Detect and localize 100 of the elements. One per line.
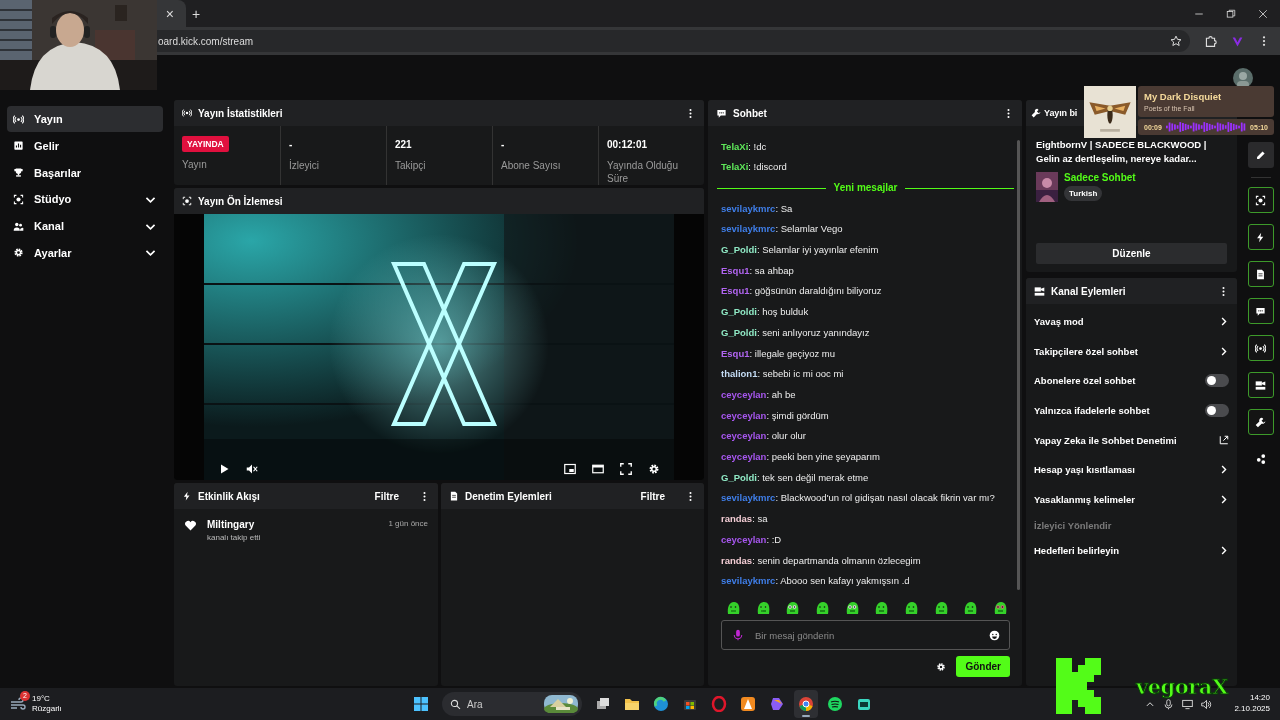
- pip-button[interactable]: [564, 463, 576, 475]
- fullscreen-button[interactable]: [620, 463, 632, 475]
- address-bar[interactable]: oard.kick.com/stream: [157, 30, 1190, 52]
- category-link[interactable]: Sadece Sohbet: [1064, 171, 1136, 183]
- filter-button[interactable]: Filtre: [370, 488, 403, 504]
- send-button[interactable]: Gönder: [956, 656, 1010, 677]
- clock-time: 14:20: [1249, 693, 1270, 704]
- panel-title: Kanal Eylemleri: [1051, 285, 1127, 297]
- chat-message: Esqu1: sa ahbap: [721, 263, 795, 278]
- edit-button[interactable]: [1247, 142, 1274, 168]
- chat-icon: [716, 107, 727, 119]
- puzzle-icon: [1204, 34, 1217, 48]
- cone-icon: [740, 696, 756, 712]
- sidebar-item[interactable]: Yayın: [7, 106, 163, 132]
- emote-icon: [725, 600, 741, 616]
- rail-button[interactable]: [1247, 261, 1274, 287]
- emote-button[interactable]: [873, 600, 890, 616]
- new-messages-divider: Yeni mesajlar: [833, 180, 898, 195]
- channel-action[interactable]: Hedefleri belirleyin: [1026, 536, 1237, 566]
- music-icon: [827, 696, 843, 712]
- sidebar-item[interactable]: Başarılar: [7, 159, 163, 186]
- channel-action[interactable]: Yavaş mod: [1026, 307, 1237, 337]
- settings-icon: [648, 463, 660, 475]
- chat-message: TelaXi: !discord: [721, 160, 788, 175]
- stat-label: Takipçi: [395, 159, 427, 172]
- emote-button[interactable]: [725, 600, 741, 616]
- avatar[interactable]: [1233, 67, 1253, 88]
- fullscreen-icon: [620, 463, 632, 475]
- track-title: My Dark Disquiet: [1144, 91, 1223, 102]
- star-icon: [1170, 35, 1182, 47]
- settings-button[interactable]: [648, 463, 660, 475]
- rail-button[interactable]: [1247, 187, 1274, 213]
- panel-title: Yayın bi: [1044, 108, 1078, 118]
- chart-icon: [13, 140, 24, 152]
- stream-title: Gelin az dertleşelim, nereye kadar...: [1036, 151, 1198, 166]
- chat-message: G_Poldi: hoş bulduk: [721, 305, 810, 320]
- event-time: 1 gün önce: [388, 519, 428, 530]
- chat-message: ceyceylan: peeki ben yine şeyaparım: [721, 450, 881, 465]
- channel-action[interactable]: Yapay Zeka ile Sohbet Denetimi: [1026, 425, 1237, 455]
- tab-close-button[interactable]: ×: [159, 5, 180, 22]
- panel-title: Sohbet: [733, 107, 768, 119]
- external-link-icon: [1219, 435, 1229, 446]
- rail-button[interactable]: [1247, 372, 1274, 398]
- rail-button[interactable]: [1247, 298, 1274, 324]
- channel-action[interactable]: Takipçilere özel sohbet: [1026, 336, 1237, 367]
- chat-message: thalion1: sebebi ic mi ooc mi: [721, 367, 845, 382]
- rail-button[interactable]: [1247, 409, 1274, 435]
- stat-label: İzleyici: [289, 159, 320, 172]
- settings-icon: [13, 247, 24, 259]
- chat-message: sevilaykmrc: Blackwood'un rol gidişatı nasıl olacak fikrin var mı?: [721, 491, 996, 506]
- chat-message: G_Poldi: Selamlar iyi yayınlar efenim: [721, 243, 880, 258]
- channel-action[interactable]: Yasaklanmış kelimeler: [1026, 484, 1237, 515]
- chat-message: G_Poldi: seni anlıyoruz yanındayız: [721, 325, 871, 340]
- edit-button[interactable]: Düzenle: [1036, 243, 1227, 264]
- new-tab-button[interactable]: +: [186, 5, 207, 22]
- channel-action[interactable]: Yalnızca ifadelerle sohbet: [1026, 395, 1237, 426]
- channel-action[interactable]: Hesap yaşı kısıtlaması: [1026, 454, 1237, 485]
- temperature: 19°C: [32, 693, 51, 704]
- folder-icon: [624, 696, 640, 712]
- stat-value: 00:12:01: [607, 138, 649, 152]
- chat-message: sevilaykmrc: Selamlar Vego: [721, 222, 844, 237]
- sidebar-item[interactable]: Kanal: [7, 213, 163, 240]
- profile-icon: [1231, 34, 1244, 48]
- settings-button[interactable]: [936, 661, 947, 672]
- channel-action[interactable]: Abonelere özel sohbet: [1026, 366, 1237, 396]
- bolt-icon: [182, 491, 192, 501]
- wind-icon: [10, 696, 26, 712]
- document-icon: [1255, 268, 1266, 280]
- message-field[interactable]: Bir mesaj gönderin: [721, 620, 1010, 650]
- camera-people-icon: [1034, 285, 1045, 297]
- microphone-icon: [732, 629, 744, 641]
- panel-title: Denetim Eylemleri: [465, 490, 553, 502]
- heart-icon: [184, 519, 197, 532]
- play-button[interactable]: [218, 463, 230, 475]
- robot-icon: [856, 696, 872, 712]
- sidebar-item[interactable]: Stüdyo: [7, 186, 163, 213]
- chat-message: randas: sa: [721, 512, 769, 527]
- toggle-switch[interactable]: [1205, 404, 1229, 418]
- chat-message: randas: senin departmanda olmanın özlecegim: [721, 553, 922, 568]
- sidebar-item[interactable]: Ayarlar: [7, 240, 163, 266]
- restore-icon: [1226, 8, 1236, 19]
- chat-message: ceyceylan: olur olur: [721, 429, 808, 444]
- emote-icon: [784, 600, 801, 616]
- sidebar-item[interactable]: Gelir: [7, 132, 163, 159]
- rail-button[interactable]: [1247, 224, 1274, 250]
- toggle-switch[interactable]: [1205, 374, 1229, 388]
- rail-button[interactable]: [1247, 335, 1274, 361]
- emoji-icon: [989, 630, 1000, 641]
- emote-button[interactable]: [962, 600, 979, 616]
- emote-button[interactable]: [784, 600, 801, 616]
- taskbar-app[interactable]: [794, 690, 818, 718]
- search-field[interactable]: Ara: [442, 692, 582, 716]
- stream-title: EightbornV | SADECE BLACKWOOD |: [1036, 138, 1208, 152]
- pencil-icon: [1255, 149, 1266, 161]
- mute-button[interactable]: [246, 463, 258, 475]
- filter-button[interactable]: Filtre: [636, 488, 669, 504]
- theater-button[interactable]: [592, 463, 604, 475]
- broadcast-icon: [1255, 342, 1266, 354]
- chat-message: Esqu1: göğsünün daraldığını biliyoruz: [721, 284, 883, 299]
- stat-label: Yayında Olduğu Süre: [607, 159, 679, 185]
